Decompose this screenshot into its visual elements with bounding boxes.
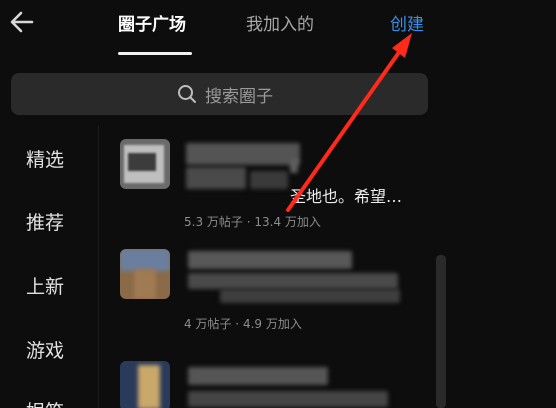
circle-description: 圣地也。希望… (290, 187, 403, 206)
member-count: 4.9 万加入 (242, 317, 302, 331)
circle-stats: 5.3 万帖子 · 13.4 万加入 (184, 213, 321, 230)
scrollbar[interactable] (436, 255, 446, 408)
sidebar-item-recommended[interactable]: 推荐 (26, 208, 64, 235)
post-count: 5.3 万帖子 (184, 215, 243, 229)
list-item[interactable] (100, 357, 440, 408)
member-count: 13.4 万加入 (254, 215, 321, 229)
search-icon (178, 85, 196, 103)
back-button[interactable] (8, 8, 38, 36)
stat-separator: · (246, 215, 251, 229)
top-bar: 圈子广场 我加入的 创建 (0, 0, 556, 62)
search-inner: 搜索圈子 (177, 83, 273, 107)
search-bar[interactable]: 搜索圈子 (11, 73, 428, 115)
stat-separator: · (235, 317, 240, 331)
active-tab-indicator (118, 52, 192, 55)
circle-avatar (120, 249, 170, 299)
sidebar-item-games[interactable]: 游戏 (26, 336, 64, 363)
sidebar-item-entertainment[interactable]: 娱笑 (26, 397, 64, 408)
circle-avatar (120, 139, 170, 189)
circle-avatar (120, 361, 170, 408)
tab-circle-square[interactable]: 圈子广场 (118, 10, 186, 35)
post-count: 4 万帖子 (184, 317, 232, 331)
create-button[interactable]: 创建 (390, 10, 424, 35)
tab-joined[interactable]: 我加入的 (246, 10, 314, 35)
redacted-name (188, 251, 352, 269)
redacted-name (186, 143, 300, 165)
circle-stats: 4 万帖子 · 4.9 万加入 (184, 315, 302, 332)
redacted-name (188, 367, 328, 385)
arrow-left-icon (10, 11, 34, 33)
category-sidebar: 精选 推荐 上新 游戏 娱笑 (0, 125, 98, 408)
circle-list: 圣地也。希望… 5.3 万帖子 · 13.4 万加入 4 万帖子 · 4.9 万… (100, 125, 440, 408)
sidebar-item-featured[interactable]: 精选 (26, 145, 64, 172)
sidebar-divider (98, 125, 99, 408)
list-item[interactable]: 4 万帖子 · 4.9 万加入 (100, 243, 440, 343)
redacted-name (220, 289, 400, 303)
redacted-name (188, 273, 398, 289)
search-placeholder: 搜索圈子 (205, 86, 273, 107)
redacted-name (188, 391, 388, 407)
redacted-name (250, 171, 288, 189)
sidebar-item-new[interactable]: 上新 (26, 272, 64, 299)
list-item[interactable]: 圣地也。希望… 5.3 万帖子 · 13.4 万加入 (100, 137, 440, 237)
redacted-name (186, 167, 246, 189)
redacted-name (290, 159, 298, 173)
